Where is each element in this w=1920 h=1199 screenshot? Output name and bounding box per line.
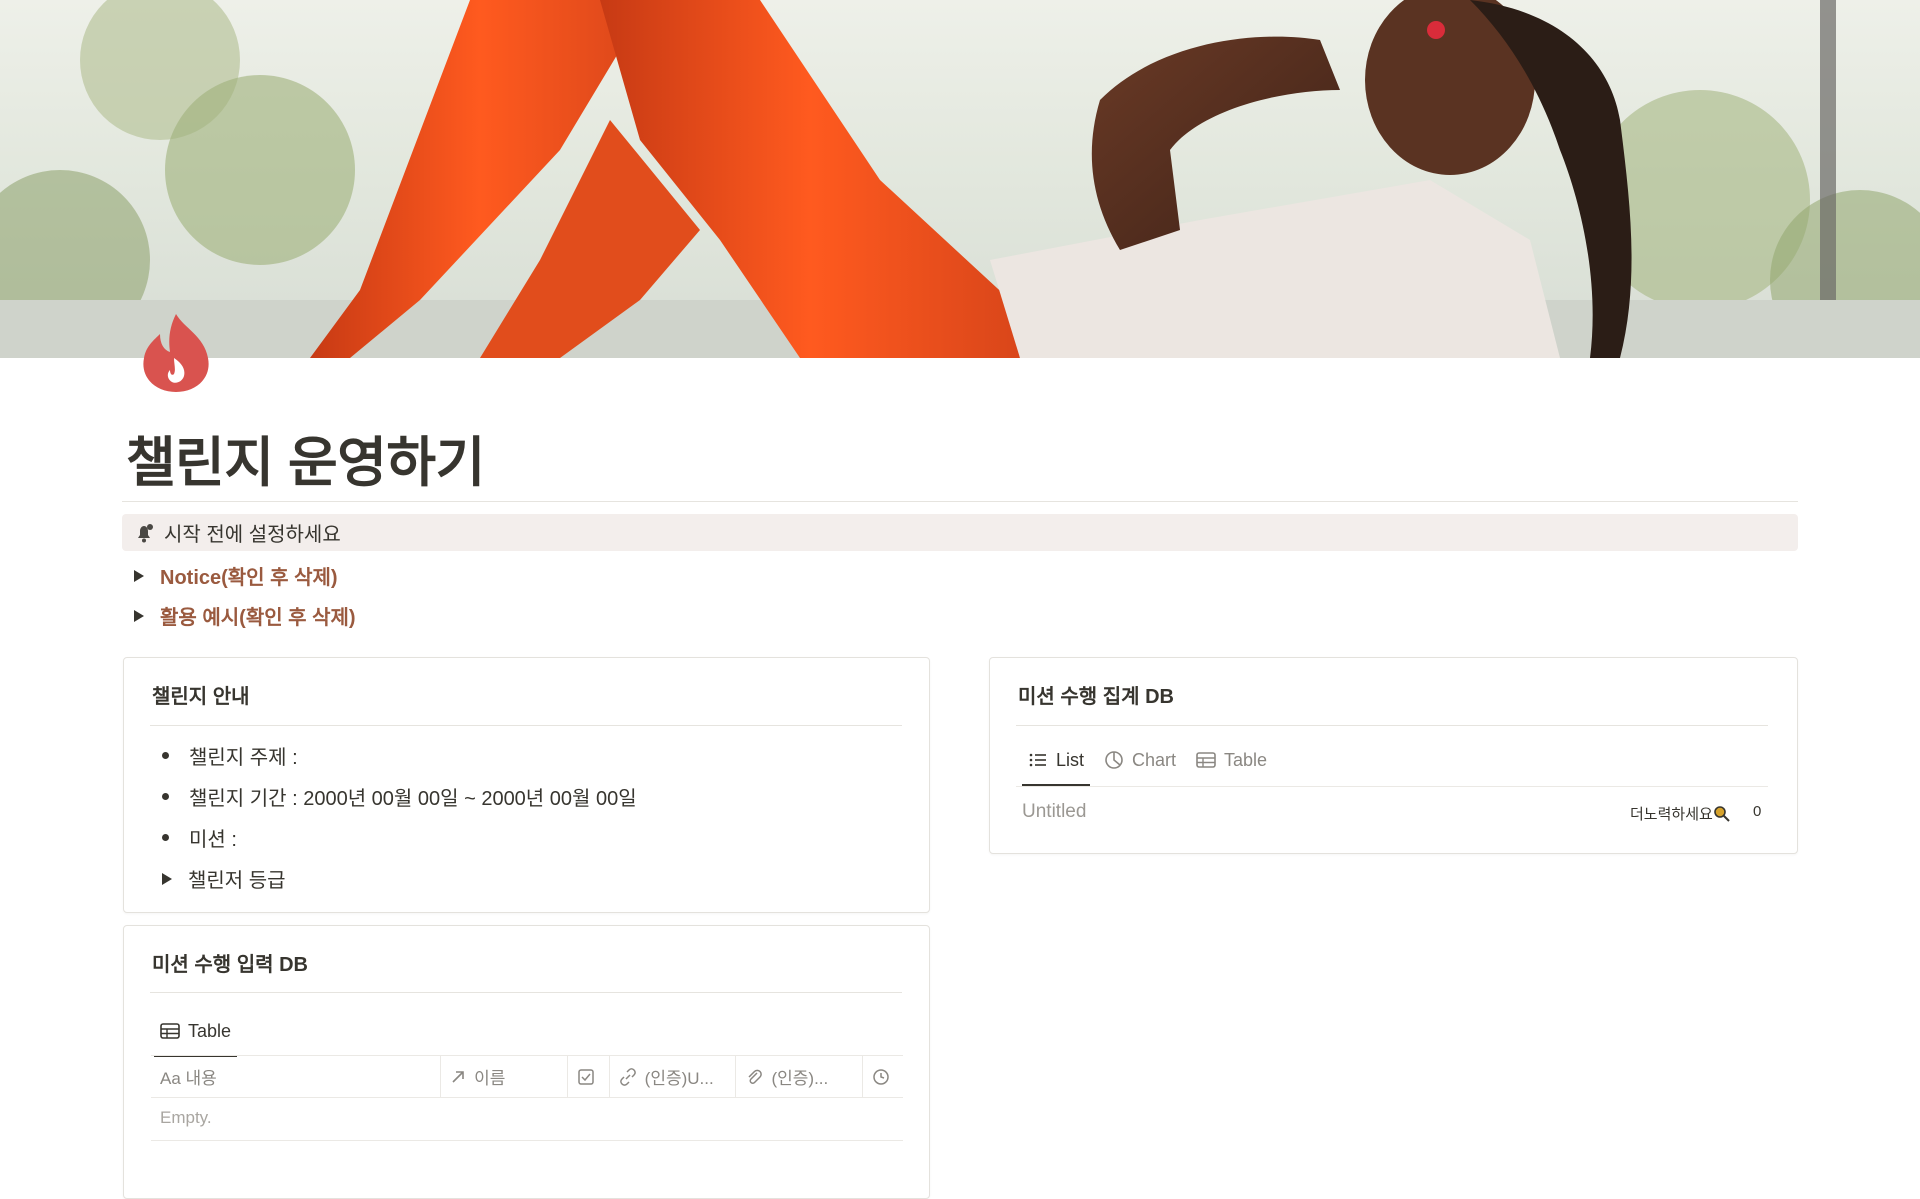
- relation-arrow-icon: [452, 1070, 464, 1083]
- tab-table[interactable]: Table: [153, 1014, 238, 1057]
- challenge-info-card: 챌린지 안내 챌린지 주제 : 챌린지 기간 : 2000년 00월 00일 ~…: [123, 657, 930, 913]
- bell-icon: [138, 523, 153, 542]
- empty-state: Empty.: [160, 1108, 212, 1127]
- checkbox-icon: [578, 1068, 594, 1085]
- column-header-name[interactable]: 이름: [441, 1056, 568, 1097]
- divider: [150, 725, 902, 726]
- column-header-file[interactable]: (인증)...: [736, 1056, 864, 1097]
- magnifier-icon: [1714, 805, 1730, 822]
- callout: 시작 전에 설정하세요: [122, 514, 1798, 551]
- clock-icon: [873, 1068, 890, 1085]
- column-header-time[interactable]: [863, 1056, 903, 1097]
- divider: [150, 992, 902, 993]
- tab-label: List: [1056, 749, 1085, 770]
- link-icon: [619, 1067, 636, 1086]
- list-item-tag: 더노력하세요: [1630, 803, 1731, 824]
- list-item: 챌린지 기간 : 2000년 00월 00일 ~ 2000년 00월 00일: [162, 782, 637, 811]
- table-icon: [160, 1023, 180, 1039]
- list-item-text: 챌린저 등급: [188, 870, 286, 892]
- list-icon: [1029, 753, 1046, 767]
- callout-text: 시작 전에 설정하세요: [164, 524, 341, 546]
- db-view-tabs: List Chart Table: [1021, 743, 1287, 786]
- mission-summary-db-card: 미션 수행 집계 DB List Chart Table Untitled 더노…: [989, 657, 1798, 854]
- toggle-notice[interactable]: Notice(확인 후 삭제): [130, 561, 338, 590]
- toggle-arrow-icon[interactable]: [134, 609, 144, 622]
- list-item-title[interactable]: Untitled: [1022, 801, 1086, 823]
- db-view-tabs: Table: [153, 1014, 251, 1057]
- page-title: 챌린지 운영하기: [126, 433, 485, 493]
- divider: [122, 501, 1798, 502]
- column-label: Aa 내용: [160, 1069, 217, 1088]
- tab-label: Chart: [1132, 749, 1177, 770]
- card-title: 미션 수행 입력 DB: [152, 954, 308, 976]
- tab-table[interactable]: Table: [1196, 743, 1267, 777]
- fire-icon[interactable]: [134, 310, 218, 394]
- toggle-arrow-icon[interactable]: [162, 872, 172, 885]
- list-item-count: 0: [1753, 803, 1762, 820]
- list-item-text: 미션 :: [189, 829, 237, 851]
- toggle-label: 활용 예시(확인 후 삭제): [160, 607, 356, 629]
- tag-text: 더노력하세요: [1630, 806, 1713, 823]
- column-label: (인증)...: [771, 1069, 829, 1088]
- bullet-icon: [162, 793, 169, 800]
- page-cover-image: [0, 0, 1920, 358]
- mission-input-db-card: 미션 수행 입력 DB Table Aa 내용 이름 (인증)U... (인증)…: [123, 925, 930, 1199]
- divider: [1016, 786, 1768, 787]
- bullet-icon: [162, 834, 169, 841]
- card-title: 미션 수행 집계 DB: [1018, 686, 1174, 708]
- column-header-url[interactable]: (인증)U...: [610, 1056, 737, 1097]
- list-item: 챌린지 주제 :: [162, 741, 298, 770]
- tab-chart[interactable]: Chart: [1104, 743, 1176, 777]
- paperclip-icon: [748, 1069, 763, 1084]
- list-item-text: 챌린지 기간 : 2000년 00월 00일 ~ 2000년 00월 00일: [189, 788, 637, 810]
- bullet-icon: [162, 752, 169, 759]
- card-title: 챌린지 안내: [152, 686, 250, 708]
- toggle-challenger-grade[interactable]: 챌린저 등급: [162, 864, 286, 893]
- column-header-content[interactable]: Aa 내용: [151, 1056, 442, 1097]
- table-header: Aa 내용 이름 (인증)U... (인증)...: [151, 1055, 903, 1098]
- toggle-examples[interactable]: 활용 예시(확인 후 삭제): [130, 601, 356, 630]
- pie-chart-icon: [1105, 751, 1123, 769]
- divider: [151, 1140, 903, 1141]
- column-label: (인증)U...: [644, 1069, 714, 1088]
- tab-list[interactable]: List: [1021, 743, 1091, 786]
- divider: [1016, 725, 1768, 726]
- list-item-text: 챌린지 주제 :: [189, 747, 298, 769]
- column-label: 이름: [474, 1069, 506, 1088]
- tab-label: Table: [1224, 749, 1268, 770]
- toggle-arrow-icon[interactable]: [134, 569, 144, 582]
- list-item: 미션 :: [162, 823, 237, 852]
- toggle-label: Notice(확인 후 삭제): [160, 567, 338, 589]
- table-icon: [1196, 752, 1216, 768]
- column-header-checkbox[interactable]: [568, 1056, 610, 1097]
- tab-label: Table: [188, 1020, 232, 1041]
